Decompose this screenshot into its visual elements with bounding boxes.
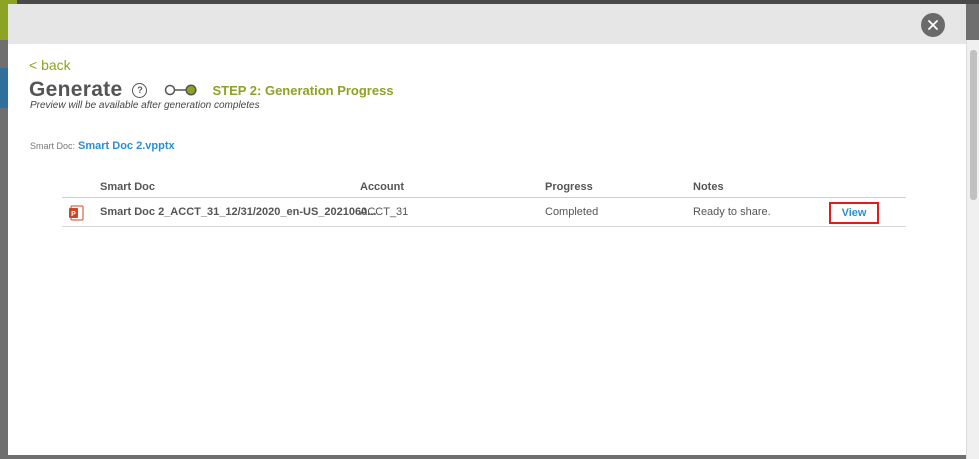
column-header-progress: Progress bbox=[545, 181, 593, 193]
column-header-account: Account bbox=[360, 181, 404, 193]
close-button[interactable] bbox=[921, 13, 945, 37]
scrollbar-thumb[interactable] bbox=[970, 50, 977, 200]
table-header: Smart Doc Account Progress Notes bbox=[62, 179, 906, 198]
row-progress: Completed bbox=[545, 206, 599, 218]
generate-dialog: < back Generate ? STEP 2: Generation Pro… bbox=[8, 4, 966, 455]
column-header-notes: Notes bbox=[693, 181, 724, 193]
smart-doc-name-link[interactable]: Smart Doc 2.vpptx bbox=[78, 140, 175, 152]
row-smart-doc: Smart Doc 2_ACCT_31_12/31/2020_en-US_202… bbox=[100, 206, 377, 218]
step-progress-icon bbox=[165, 84, 198, 96]
column-header-smart-doc: Smart Doc bbox=[100, 181, 156, 193]
generation-table: Smart Doc Account Progress Notes P Smart… bbox=[62, 179, 906, 227]
svg-text:P: P bbox=[71, 211, 76, 218]
row-account: ACCT_31 bbox=[360, 206, 409, 218]
dialog-header-bar bbox=[8, 4, 966, 44]
scrollbar[interactable] bbox=[966, 40, 979, 459]
powerpoint-file-icon: P bbox=[69, 205, 84, 221]
dialog-subtitle: Preview will be available after generati… bbox=[30, 100, 260, 111]
smart-doc-info: Smart Doc: Smart Doc 2.vpptx bbox=[30, 140, 175, 152]
background-app-accent-blue bbox=[0, 68, 8, 108]
table-row: P Smart Doc 2_ACCT_31_12/31/2020_en-US_2… bbox=[62, 198, 906, 227]
help-icon[interactable]: ? bbox=[132, 82, 148, 98]
smart-doc-prefix: Smart Doc: bbox=[30, 141, 76, 151]
row-notes: Ready to share. bbox=[693, 206, 771, 218]
close-icon bbox=[928, 20, 938, 30]
step-label: STEP 2: Generation Progress bbox=[212, 82, 394, 98]
back-link[interactable]: < back bbox=[29, 57, 71, 73]
page-title: Generate bbox=[29, 78, 123, 101]
view-button[interactable]: View bbox=[829, 202, 879, 224]
